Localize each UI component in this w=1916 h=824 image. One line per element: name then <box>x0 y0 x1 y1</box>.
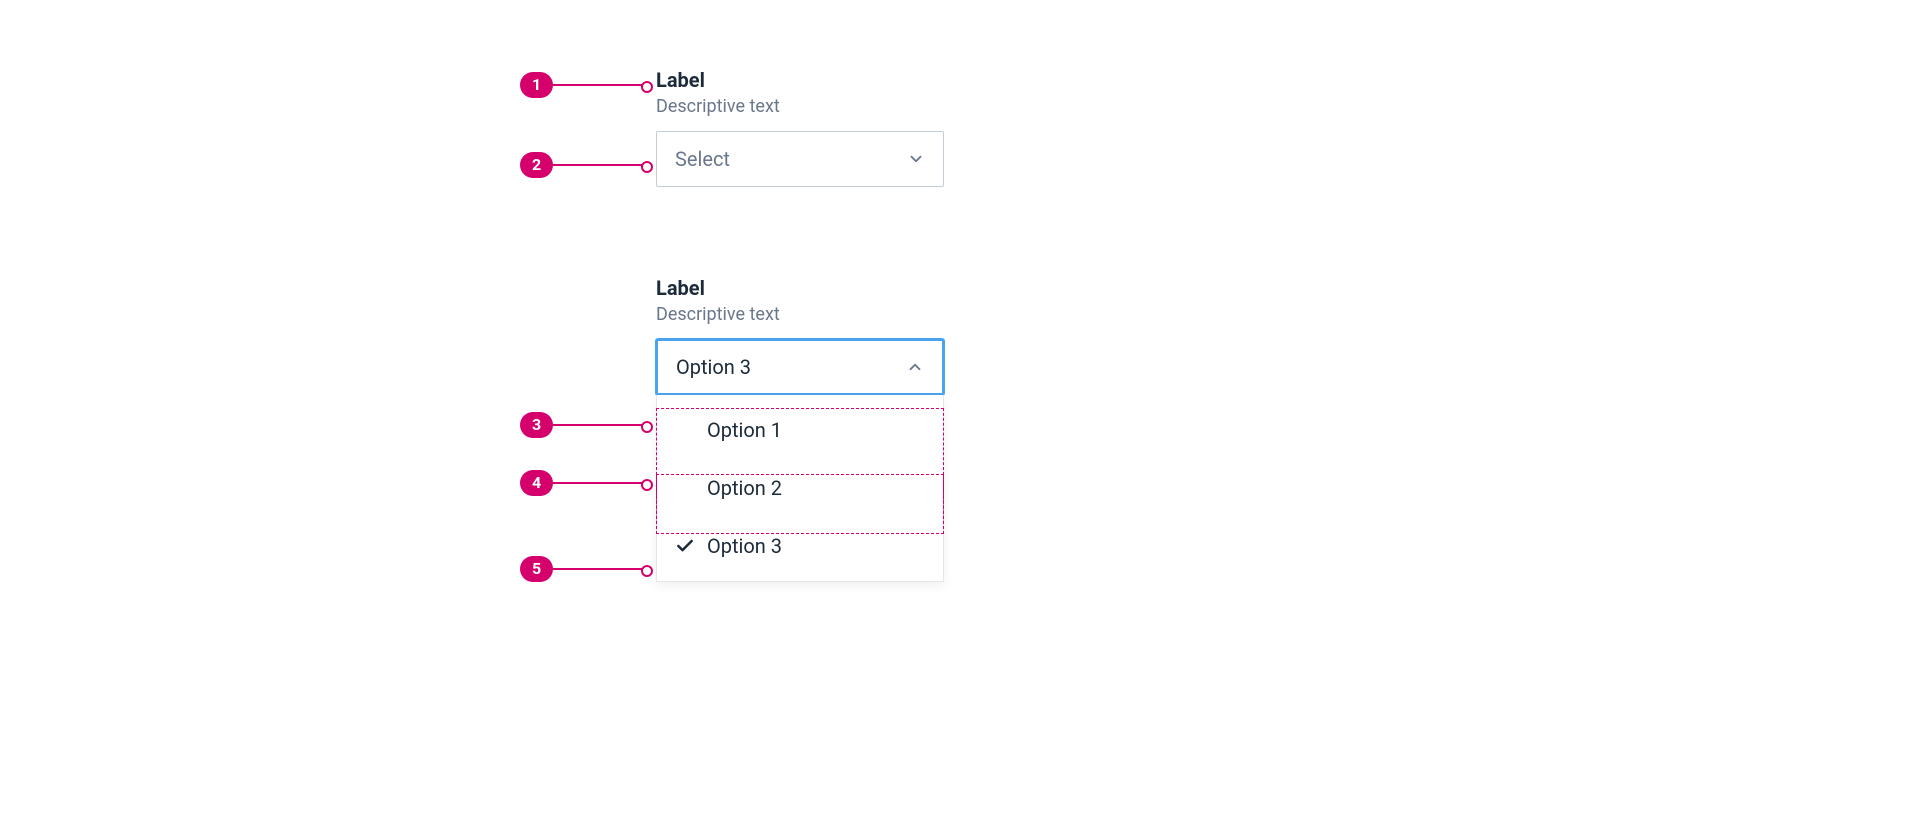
select-value: Option 3 <box>676 355 751 379</box>
check-icon <box>675 536 695 556</box>
annotation-leader <box>553 84 648 86</box>
select-open-block: Label Descriptive text Option 3 Option 1… <box>656 276 944 582</box>
select-placeholder: Select <box>675 147 730 171</box>
option-label: Option 3 <box>707 534 782 558</box>
annotation-leader <box>553 164 648 166</box>
field-description: Descriptive text <box>656 304 944 325</box>
field-description: Descriptive text <box>656 96 944 117</box>
select-option-selected[interactable]: Option 3 <box>657 517 943 575</box>
annotation-2: 2 <box>520 152 648 178</box>
field-label: Label <box>656 276 944 300</box>
annotation-5: 5 <box>520 556 648 582</box>
annotation-leader <box>553 482 648 484</box>
option-label: Option 1 <box>707 418 782 442</box>
annotation-pill: 4 <box>520 470 553 496</box>
select-listbox: Option 1 Option 2 Option 3 <box>656 395 944 582</box>
annotation-3: 3 <box>520 412 648 438</box>
chevron-down-icon <box>907 150 925 168</box>
annotation-1: 1 <box>520 72 648 98</box>
field-label: Label <box>656 68 944 92</box>
annotation-pill: 1 <box>520 72 553 98</box>
annotation-pill: 5 <box>520 556 553 582</box>
annotation-leader <box>553 424 648 426</box>
diagram-canvas: Label Descriptive text Select 1 2 Label … <box>0 0 1916 824</box>
select-option[interactable]: Option 2 <box>657 459 943 517</box>
annotation-4: 4 <box>520 470 648 496</box>
select-closed-block: Label Descriptive text Select <box>656 68 944 187</box>
annotation-leader <box>553 568 648 570</box>
annotation-pill: 3 <box>520 412 553 438</box>
option-label: Option 2 <box>707 476 782 500</box>
select-option[interactable]: Option 1 <box>657 401 943 459</box>
select-trigger-open[interactable]: Option 3 <box>656 339 944 395</box>
annotation-pill: 2 <box>520 152 553 178</box>
select-trigger-closed[interactable]: Select <box>656 131 944 187</box>
chevron-up-icon <box>906 358 924 376</box>
